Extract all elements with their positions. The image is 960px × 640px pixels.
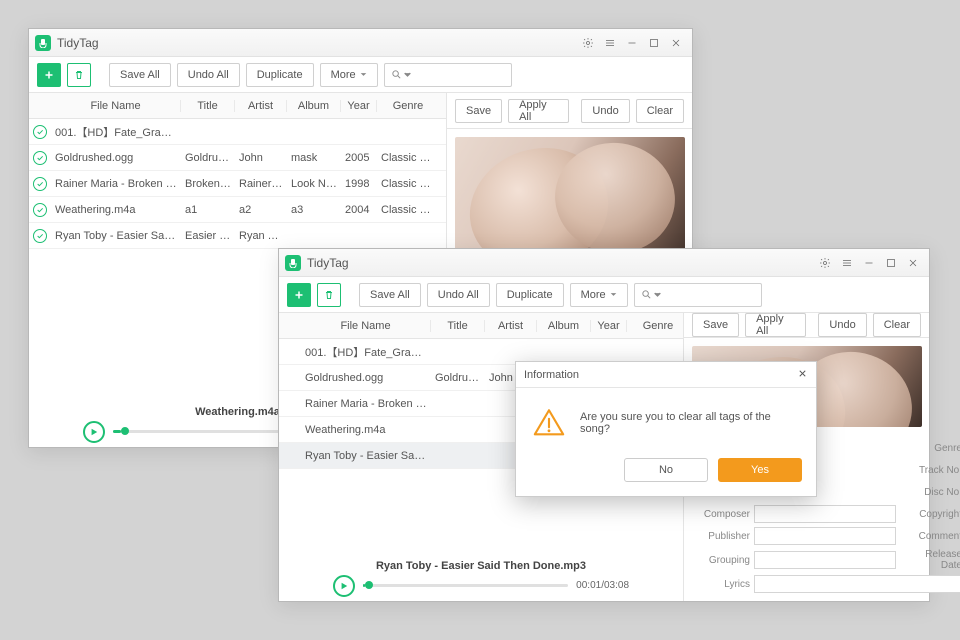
check-icon [33, 203, 47, 217]
more-button[interactable]: More [570, 283, 628, 307]
minimize-icon[interactable] [859, 253, 879, 273]
menu-icon[interactable] [600, 33, 620, 53]
playbar: Ryan Toby - Easier Said Then Done.mp3 00… [279, 557, 683, 601]
lyrics-field[interactable] [754, 575, 960, 593]
delete-button[interactable] [317, 283, 341, 307]
close-icon[interactable] [903, 253, 923, 273]
save-button[interactable]: Save [692, 313, 739, 337]
undo-all-button[interactable]: Undo All [427, 283, 490, 307]
maximize-icon[interactable] [881, 253, 901, 273]
right-actions: Save Apply All Undo Clear [447, 93, 692, 129]
toolbar: Save All Undo All Duplicate More [29, 57, 692, 93]
save-button[interactable]: Save [455, 99, 502, 123]
duplicate-button[interactable]: Duplicate [496, 283, 564, 307]
titlebar: TidyTag [29, 29, 692, 57]
table-row[interactable]: 001.【HD】Fate_Grand Ord... [29, 119, 446, 145]
apply-all-button[interactable]: Apply All [508, 99, 569, 123]
table-row[interactable]: Rainer Maria - Broken Rad...Broken Ra...… [29, 171, 446, 197]
titlebar: TidyTag [279, 249, 929, 277]
menu-icon[interactable] [837, 253, 857, 273]
search-box[interactable] [384, 63, 512, 87]
time-code: 00:01/03:08 [576, 580, 629, 591]
table-header: File NameTitleArtist AlbumYearGenre [279, 313, 683, 339]
close-icon[interactable] [666, 33, 686, 53]
window-front: TidyTag Save All Undo All Duplicate More… [278, 248, 930, 602]
check-icon [33, 125, 47, 139]
table-header: File NameTitleArtist AlbumYearGenre [29, 93, 446, 119]
settings-icon[interactable] [578, 33, 598, 53]
confirm-dialog: Information Are you sure you to clear al… [515, 361, 817, 497]
grouping-field[interactable] [754, 551, 896, 569]
yes-button[interactable]: Yes [718, 458, 802, 482]
right-actions: Save Apply All Undo Clear [684, 313, 929, 338]
maximize-icon[interactable] [644, 33, 664, 53]
check-icon [33, 151, 47, 165]
check-icon [33, 177, 47, 191]
no-button[interactable]: No [624, 458, 708, 482]
table-row[interactable]: Weathering.m4aa1a2a32004Classic Rock [29, 197, 446, 223]
delete-button[interactable] [67, 63, 91, 87]
check-icon [33, 229, 47, 243]
composer-field[interactable] [754, 505, 896, 523]
add-button[interactable] [37, 63, 61, 87]
apply-all-button[interactable]: Apply All [745, 313, 806, 337]
clear-button[interactable]: Clear [873, 313, 921, 337]
table-row[interactable]: Goldrushed.oggGoldrushdJohnmask2005Class… [29, 145, 446, 171]
dialog-text: Are you sure you to clear all tags of th… [580, 411, 800, 435]
dialog-close-icon[interactable] [797, 368, 808, 382]
app-title: TidyTag [307, 256, 349, 270]
table-row[interactable]: Ryan Toby - Easier Said Th...Easier Sai.… [29, 223, 446, 249]
app-title: TidyTag [57, 36, 99, 50]
now-playing-title: Ryan Toby - Easier Said Then Done.mp3 [376, 560, 586, 572]
app-icon [285, 255, 301, 271]
now-playing-title: Weathering.m4a [195, 406, 280, 418]
search-input[interactable] [415, 69, 505, 81]
play-button[interactable] [333, 575, 355, 597]
settings-icon[interactable] [815, 253, 835, 273]
play-button[interactable] [83, 421, 105, 443]
undo-button[interactable]: Undo [818, 313, 866, 337]
toolbar: Save All Undo All Duplicate More [279, 277, 929, 313]
duplicate-button[interactable]: Duplicate [246, 63, 314, 87]
undo-all-button[interactable]: Undo All [177, 63, 240, 87]
save-all-button[interactable]: Save All [359, 283, 421, 307]
dialog-title: Information [516, 362, 816, 388]
more-button[interactable]: More [320, 63, 378, 87]
app-icon [35, 35, 51, 51]
progress-bar[interactable] [363, 584, 568, 587]
add-button[interactable] [287, 283, 311, 307]
publisher-field[interactable] [754, 527, 896, 545]
search-box[interactable] [634, 283, 762, 307]
undo-button[interactable]: Undo [581, 99, 629, 123]
minimize-icon[interactable] [622, 33, 642, 53]
warning-icon [532, 406, 566, 440]
clear-button[interactable]: Clear [636, 99, 684, 123]
save-all-button[interactable]: Save All [109, 63, 171, 87]
search-input[interactable] [665, 289, 755, 301]
